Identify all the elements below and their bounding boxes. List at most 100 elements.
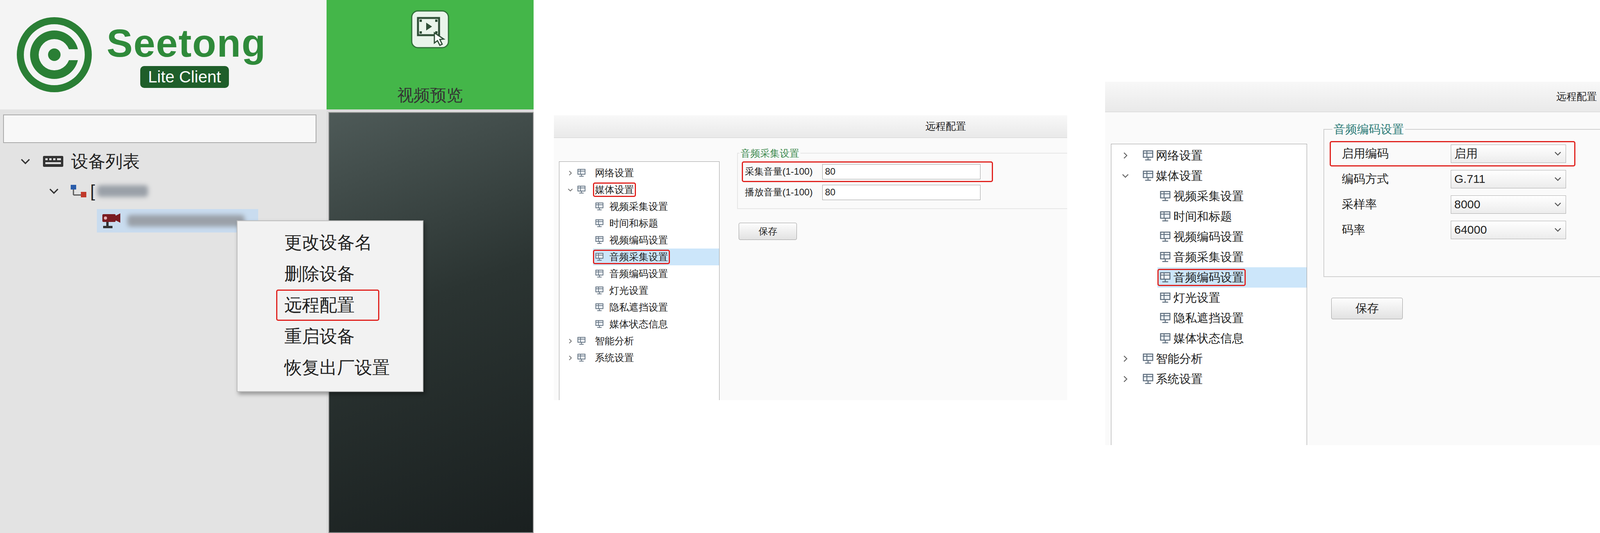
- tree-item-select: 音频采集设置: [1157, 246, 1307, 268]
- tree-item-label: 媒体状态信息: [1173, 330, 1244, 346]
- node-icon: [594, 319, 604, 329]
- settings-tree: 网络设置媒体设置视频采集设置时间和标题视频编码设置音频采集设置音频编码设置灯光设…: [1110, 143, 1308, 445]
- tree-item[interactable]: 智能分析: [559, 332, 720, 350]
- tree-group[interactable]: [: [3, 176, 317, 206]
- tree-item[interactable]: 音频编码设置: [559, 265, 720, 283]
- chevron-icon: [566, 186, 574, 194]
- tree-item-label: 音频采集设置: [609, 250, 668, 263]
- tree-item-label: 智能分析: [594, 334, 634, 347]
- tree-item[interactable]: 系统设置: [1111, 368, 1307, 390]
- tree-item[interactable]: 媒体状态信息: [1111, 328, 1307, 349]
- settings-group: 音频采集设置采集音量(1-100)80播放音量(1-100)80: [737, 147, 1068, 209]
- tree-item[interactable]: 灯光设置: [559, 282, 720, 299]
- field-select[interactable]: 8000: [1450, 195, 1567, 214]
- save-button[interactable]: 保存: [1331, 297, 1403, 320]
- field-row: 播放音量(1-100)80: [741, 182, 993, 203]
- node-icon: [594, 201, 604, 211]
- menu-item-text: 远程配置: [284, 294, 355, 316]
- tree-item[interactable]: 媒体状态信息: [559, 315, 720, 333]
- group-icon: [69, 183, 88, 199]
- menu-item-label[interactable]: 更改设备名: [276, 226, 397, 259]
- title-bar: 远程配置: [1105, 81, 1600, 113]
- chevron-icon: [1120, 374, 1131, 384]
- chevron-icon: [1553, 225, 1563, 235]
- tree-item-box: 音频采集设置: [592, 249, 670, 265]
- tree-item-label: 系统设置: [1155, 371, 1203, 387]
- tree-item-label: 隐私遮挡设置: [1173, 310, 1244, 326]
- node-icon: [576, 168, 586, 178]
- tree-root[interactable]: 设备列表: [3, 146, 317, 177]
- node-icon: [594, 252, 604, 262]
- tree-item[interactable]: 视频编码设置: [559, 231, 720, 249]
- menu-item-label[interactable]: 删除设备: [276, 258, 380, 290]
- tree-item[interactable]: 隐私遮挡设置: [1111, 307, 1307, 329]
- field-select[interactable]: G.711: [1450, 169, 1567, 189]
- tree-item[interactable]: 灯光设置: [1111, 287, 1307, 308]
- node-icon: [1159, 251, 1172, 263]
- tree-item-box: 媒体设置: [592, 182, 636, 197]
- logo-name: Seetong: [106, 21, 267, 65]
- save-button[interactable]: 保存: [738, 222, 797, 240]
- chevron-icon: [1120, 171, 1131, 181]
- group-title: 音频采集设置: [739, 147, 801, 159]
- tree-item-box: 音频编码设置: [1157, 268, 1246, 286]
- menu-item-text: 恢复出厂设置: [284, 357, 390, 378]
- tree-item-box: 灯光设置: [592, 283, 651, 298]
- context-menu-item[interactable]: 恢复出厂设置: [237, 351, 423, 384]
- tree-item-box: 系统设置: [592, 350, 636, 365]
- tree-item[interactable]: 音频采集设置: [1111, 246, 1307, 268]
- tree-item-box: 网络设置: [592, 165, 636, 181]
- node-icon: [576, 336, 586, 346]
- node-icon: [1142, 149, 1154, 162]
- tree-item-box: 时间和标题: [592, 216, 661, 231]
- node-icon: [576, 185, 586, 195]
- field-select[interactable]: 64000: [1450, 220, 1567, 240]
- tree-item[interactable]: 视频编码设置: [1111, 226, 1307, 247]
- context-menu-item[interactable]: 远程配置: [237, 289, 423, 321]
- context-menu-item[interactable]: 删除设备: [237, 258, 423, 290]
- tree-item-box: 音频编码设置: [592, 266, 670, 281]
- node-icon: [1142, 352, 1154, 365]
- tree-item[interactable]: 网络设置: [1111, 145, 1307, 166]
- tree-item[interactable]: 系统设置: [559, 349, 720, 367]
- chevron-icon: [566, 354, 574, 362]
- tree-item[interactable]: 时间和标题: [559, 214, 720, 232]
- tree-item-label: 音频采集设置: [1173, 249, 1244, 265]
- device-row[interactable]: [96, 208, 259, 233]
- field-input[interactable]: 80: [822, 184, 981, 200]
- menu-item-label[interactable]: 远程配置: [276, 289, 380, 321]
- tree-item[interactable]: 视频采集设置: [559, 198, 720, 215]
- tree-item[interactable]: 时间和标题: [1111, 206, 1307, 227]
- tree-item-label: 隐私遮挡设置: [609, 301, 668, 314]
- tree-item[interactable]: 视频采集设置: [1111, 185, 1307, 207]
- tree-item-select: 视频编码设置: [1157, 226, 1307, 247]
- node-icon: [1159, 271, 1172, 284]
- tree-item[interactable]: 隐私遮挡设置: [559, 298, 720, 316]
- tree-item[interactable]: 音频采集设置: [559, 248, 720, 266]
- context-menu-item[interactable]: 更改设备名: [237, 226, 423, 259]
- menu-item-label[interactable]: 重启设备: [276, 320, 380, 352]
- node-icon: [1159, 251, 1172, 263]
- field-select[interactable]: 启用: [1450, 144, 1567, 163]
- nav-tab[interactable]: 视频预览: [326, 0, 534, 110]
- context-menu-item[interactable]: 重启设备: [237, 320, 423, 352]
- search-field[interactable]: [3, 114, 317, 143]
- tree-item[interactable]: 音频编码设置: [1111, 267, 1307, 288]
- field-value: 80: [825, 166, 836, 177]
- menu-item-label[interactable]: 恢复出厂设置: [276, 351, 415, 384]
- tree-item[interactable]: 网络设置: [559, 164, 720, 182]
- window-body: 网络设置媒体设置视频采集设置时间和标题视频编码设置音频采集设置音频编码设置灯光设…: [1105, 112, 1600, 445]
- chevron-icon: [566, 169, 574, 177]
- tree-item[interactable]: 媒体设置: [559, 181, 720, 199]
- tree-item[interactable]: 媒体设置: [1111, 165, 1307, 186]
- field-input[interactable]: 80: [822, 164, 981, 180]
- tree-item[interactable]: 智能分析: [1111, 348, 1307, 369]
- dropdown-icon: [1553, 174, 1563, 184]
- node-icon: [594, 218, 604, 228]
- chevron-icon: [1120, 353, 1131, 364]
- field-value: 64000: [1454, 223, 1487, 237]
- tree-item-label: 视频编码设置: [1173, 229, 1244, 245]
- camera-icon: [100, 211, 122, 230]
- tree-item-label: 音频编码设置: [609, 267, 668, 280]
- node-icon: [1159, 312, 1172, 324]
